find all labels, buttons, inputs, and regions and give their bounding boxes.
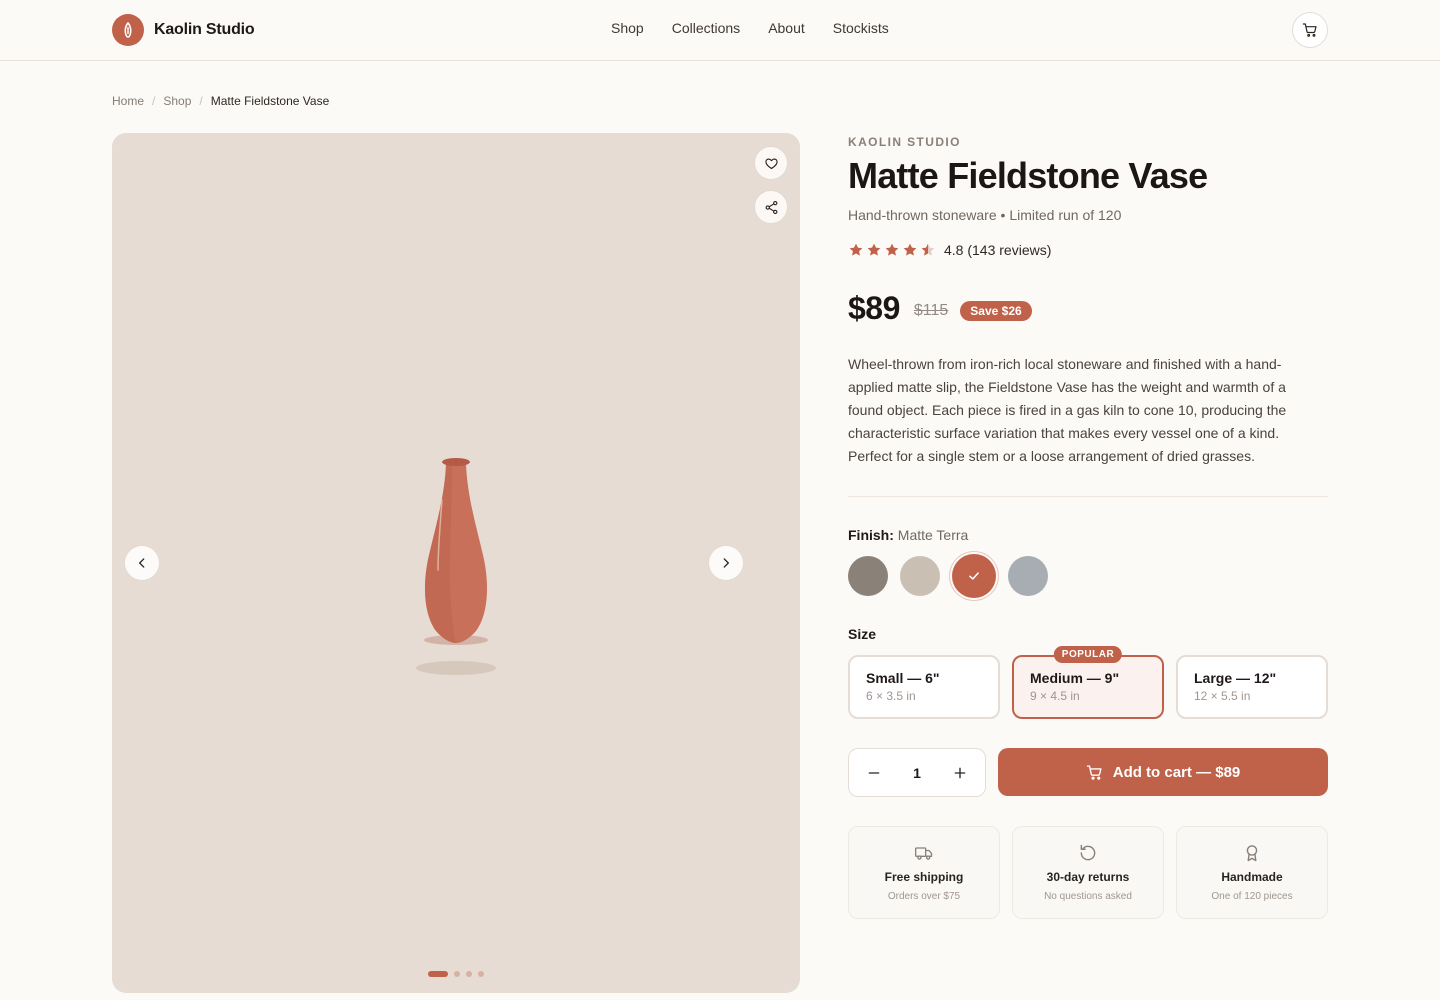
- chevron-left-icon: [139, 558, 145, 568]
- gallery-dots: [428, 971, 484, 977]
- star-icon: [903, 243, 917, 256]
- product-brand: KAOLIN STUDIO: [848, 135, 961, 149]
- perk-title: Handmade: [1221, 870, 1283, 884]
- product-title: Matte Fieldstone Vase: [848, 155, 1208, 196]
- perk-returns: 30-day returns No questions asked: [1012, 826, 1164, 919]
- finish-swatches: [848, 554, 1328, 598]
- rating-stars: [848, 242, 936, 258]
- size-option-small[interactable]: Small — 6" 6 × 3.5 in: [848, 655, 1000, 719]
- vase-image: [416, 458, 496, 675]
- nav-item-about[interactable]: About: [768, 20, 805, 36]
- add-to-cart-button[interactable]: Add to cart — $89: [998, 748, 1328, 796]
- size-option-dims: 12 × 5.5 in: [1194, 689, 1251, 703]
- quantity-value[interactable]: 1: [913, 765, 921, 781]
- next-image-button[interactable]: [708, 545, 744, 581]
- product-subtitle: Hand-thrown stoneware • Limited run of 1…: [848, 207, 1122, 223]
- chevron-right-icon: [723, 558, 729, 568]
- popular-badge: POPULAR: [1053, 646, 1123, 663]
- share-button[interactable]: [754, 190, 788, 224]
- plus-icon: [954, 767, 966, 778]
- gallery-dot[interactable]: [454, 971, 460, 977]
- nav-item-stockists[interactable]: Stockists: [833, 20, 889, 36]
- size-options: Small — 6" 6 × 3.5 in POPULAR Medium — 9…: [848, 646, 1328, 719]
- decrease-quantity-button[interactable]: [863, 762, 885, 784]
- product-rating[interactable]: 4.8 (143 reviews): [848, 242, 1328, 258]
- award-icon: [1246, 845, 1258, 862]
- finish-label: Finish:: [848, 527, 894, 543]
- perk-subtitle: One of 120 pieces: [1211, 891, 1293, 902]
- site-header: Kaolin Studio Shop Collections About Sto…: [0, 0, 1440, 61]
- cart-icon: [1086, 764, 1102, 780]
- nav-item-collections[interactable]: Collections: [672, 20, 740, 36]
- swatch-sand[interactable]: [900, 556, 940, 596]
- increase-quantity-button[interactable]: [949, 762, 971, 784]
- finish-selected-value: Matte Terra: [897, 527, 969, 543]
- nav-item-shop[interactable]: Shop: [611, 20, 644, 36]
- returns-icon: [1080, 844, 1096, 861]
- perk-subtitle: Orders over $75: [887, 891, 961, 902]
- brand[interactable]: Kaolin Studio: [112, 14, 255, 46]
- product-description: Wheel-thrown from iron-rich local stonew…: [848, 356, 1287, 464]
- size-option-dims: 9 × 4.5 in: [1030, 689, 1080, 703]
- swatch-slate[interactable]: [1008, 556, 1048, 596]
- gallery-dot[interactable]: [428, 971, 448, 977]
- perks: Free shipping Orders over $75 30-day ret…: [848, 826, 1328, 919]
- breadcrumb: Home / Shop / Matte Fieldstone Vase: [112, 94, 329, 108]
- star-icon: [867, 243, 881, 256]
- breadcrumb-current: Matte Fieldstone Vase: [210, 94, 330, 108]
- previous-image-button[interactable]: [124, 545, 160, 581]
- product-gallery: [112, 133, 800, 993]
- perk-title: 30-day returns: [1046, 870, 1130, 884]
- breadcrumb-separator: /: [152, 94, 156, 108]
- breadcrumb-home[interactable]: Home: [112, 94, 144, 108]
- brand-name: Kaolin Studio: [154, 21, 255, 38]
- breadcrumb-separator: /: [199, 94, 203, 108]
- rating-text: 4.8 (143 reviews): [944, 242, 1052, 258]
- truck-icon: [915, 847, 933, 860]
- finish-label-row: Finish: Matte Terra: [848, 527, 1328, 543]
- size-option-name: Small — 6": [866, 670, 940, 686]
- swatch-stone[interactable]: [848, 556, 888, 596]
- add-to-cart-label: Add to cart — $89: [1112, 763, 1241, 781]
- current-price: $89: [848, 289, 900, 326]
- cart-icon: [1302, 23, 1317, 37]
- gallery-dot[interactable]: [478, 971, 484, 977]
- minus-icon: [868, 771, 880, 774]
- size-option-dims: 6 × 3.5 in: [866, 689, 916, 703]
- perk-title: Free shipping: [884, 870, 964, 884]
- size-option-large[interactable]: Large — 12" 12 × 5.5 in: [1176, 655, 1328, 719]
- main-nav: Shop Collections About Stockists: [611, 20, 889, 36]
- divider: [848, 496, 1328, 497]
- favorite-button[interactable]: [754, 146, 788, 180]
- savings-badge: Save $26: [960, 301, 1032, 321]
- quantity-stepper: 1: [848, 748, 986, 797]
- star-half-icon: [921, 243, 935, 256]
- share-icon: [765, 200, 777, 214]
- size-option-name: Large — 12": [1194, 670, 1277, 686]
- heart-icon: [764, 157, 778, 169]
- size-label: Size: [848, 626, 877, 642]
- swatch-matte-terra[interactable]: [952, 554, 996, 598]
- perk-handmade: Handmade One of 120 pieces: [1176, 826, 1328, 919]
- buy-row: 1 Add to cart — $89: [848, 748, 1328, 797]
- check-icon: [969, 572, 979, 580]
- gallery-dot[interactable]: [466, 971, 472, 977]
- star-icon: [885, 243, 899, 256]
- size-option-medium[interactable]: POPULAR Medium — 9" 9 × 4.5 in: [1012, 646, 1164, 719]
- star-icon: [849, 243, 863, 256]
- original-price: $115: [913, 302, 949, 319]
- product-info: KAOLIN STUDIO Matte Fieldstone Vase Hand…: [848, 133, 1328, 919]
- price-row: $89 $115 Save $26: [848, 288, 1328, 328]
- perk-free-shipping: Free shipping Orders over $75: [848, 826, 1000, 919]
- perk-subtitle: No questions asked: [1044, 891, 1132, 902]
- brand-logo-icon: [112, 14, 144, 46]
- cart-button[interactable]: [1292, 12, 1328, 48]
- size-option-name: Medium — 9": [1030, 670, 1120, 686]
- breadcrumb-shop[interactable]: Shop: [163, 94, 191, 108]
